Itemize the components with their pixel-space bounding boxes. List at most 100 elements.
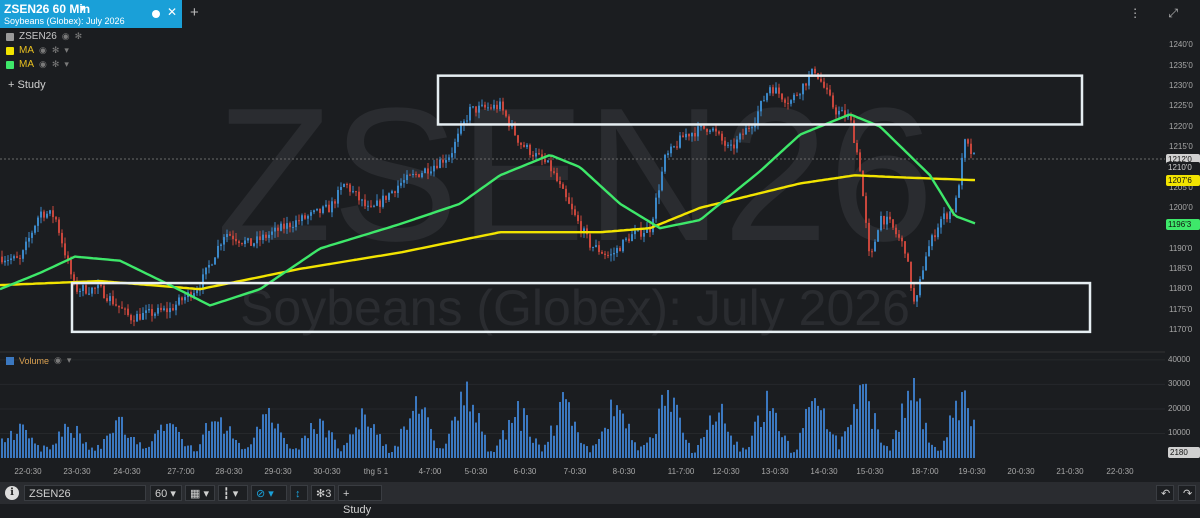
volume-legend[interactable]: Volume ◉ ▾ [6,355,71,366]
eye-icon[interactable]: ◉ [39,45,47,56]
candle-body [556,172,558,182]
gear-icon[interactable]: ✻ [52,59,60,70]
candle-body [1,256,3,263]
candle-body [316,208,318,211]
candle-body [64,243,66,256]
candle-body [421,173,423,178]
volume-bar [295,448,297,458]
volume-bar [337,448,339,458]
volume-bar [922,429,924,458]
info-icon[interactable]: ℹ [5,486,19,500]
volume-bar [148,446,150,458]
volume-bar [940,450,942,458]
volume-bar [373,424,375,458]
calendar-button[interactable]: ▦ ▾ [185,485,215,501]
studies-count-button[interactable]: ✻3 [311,485,335,501]
candle-body [439,159,441,169]
volume-bar [823,408,825,458]
candle-body [481,104,483,106]
volume-bar [169,423,171,458]
volume-bar [55,443,57,458]
volume-bar [859,385,861,458]
volume-bar [436,448,438,458]
sync-dot-icon[interactable] [152,10,160,18]
scale-button[interactable]: ↕ [290,485,308,501]
candle-body [40,211,42,218]
chevron-down-icon[interactable]: ▼ [78,3,87,13]
volume-bar [361,408,363,458]
volume-bar [637,450,639,458]
eye-icon[interactable]: ◉ [39,59,47,70]
eye-icon[interactable]: ◉ [54,355,62,366]
volume-bar [340,451,342,458]
price-axis[interactable]: 1240'0 1235'0 1230'0 1225'0 1220'0 1215'0 1210… [1165,28,1200,462]
volume-bar [904,417,906,458]
price-tick-label: 1170'0 [1169,324,1193,334]
watermark-symbol: ZSEN26 [216,69,934,281]
eye-icon[interactable]: ◉ [62,31,70,42]
symbol-input[interactable]: ZSEN26 [24,485,146,501]
volume-bar [118,416,120,458]
legend-ma-fast[interactable]: MA ◉ ✻ ▾ [6,59,69,70]
add-study-button[interactable]: + Study [8,79,46,91]
chevron-down-icon[interactable]: ▾ [64,59,69,70]
redo-icon[interactable]: ↷ [1178,485,1196,501]
volume-bar [394,445,396,458]
interval-select[interactable]: 60 ▾ [150,485,182,501]
candle-body [871,251,873,253]
add-study-bottom-button[interactable]: + Study [338,485,382,516]
candle-body [157,307,159,314]
candle-body [700,125,702,127]
chart-tab[interactable]: ZSEN26 60 Min ▼ Soybeans (Globex): July … [0,0,182,28]
volume-bar [529,436,531,458]
chart-type-button[interactable]: ┇ ▾ [218,485,248,501]
volume-bar [745,449,747,458]
candle-body [550,160,552,172]
chevron-down-icon[interactable]: ▾ [67,355,72,366]
crosshair-button[interactable]: ⊘ ▾ [251,485,287,501]
window-controls[interactable]: ⋮ ⤢ [1129,6,1190,21]
volume-bar [268,407,270,458]
chevron-down-icon[interactable]: ▾ [64,45,69,56]
candle-body [553,171,555,173]
volume-bar [916,401,918,458]
volume-bar [784,435,786,458]
legend-ma-slow[interactable]: MA ◉ ✻ ▾ [6,45,69,56]
price-chart[interactable]: ZSEN26 Soybeans (Globex): July 2026 [0,28,1165,482]
volume-bar [733,444,735,458]
gear-icon[interactable]: ✻ [75,31,83,42]
candle-body [778,87,780,94]
volume-bar [358,429,360,458]
candle-body [400,182,402,186]
add-tab-button[interactable]: + [190,4,199,21]
candle-body [37,217,39,226]
volume-bar [253,437,255,458]
gear-icon[interactable]: ✻ [52,45,60,56]
candle-body [73,274,75,281]
legend-symbol[interactable]: ZSEN26 ◉ ✻ [6,31,82,42]
candle-body [679,135,681,148]
candle-body [379,200,381,207]
undo-icon[interactable]: ↶ [1156,485,1174,501]
volume-bar [352,434,354,458]
volume-label: Volume [19,355,50,366]
volume-bar [472,404,474,458]
candle-body [775,87,777,94]
candle-body [607,254,609,256]
volume-bar [754,421,756,458]
volume-bar [814,398,816,458]
volume-bar [625,428,627,458]
volume-bar [13,439,15,458]
volume-bar [121,416,123,458]
candle-body [934,235,936,238]
candle-body [568,197,570,204]
volume-bar [442,448,444,458]
volume-bar [478,413,480,458]
candle-body [892,219,894,228]
volume-bar [451,420,453,458]
volume-bar [466,381,468,458]
volume-bar [871,428,873,458]
candle-body [724,140,726,146]
close-icon[interactable]: ✕ [167,5,177,19]
candle-body [769,87,771,94]
